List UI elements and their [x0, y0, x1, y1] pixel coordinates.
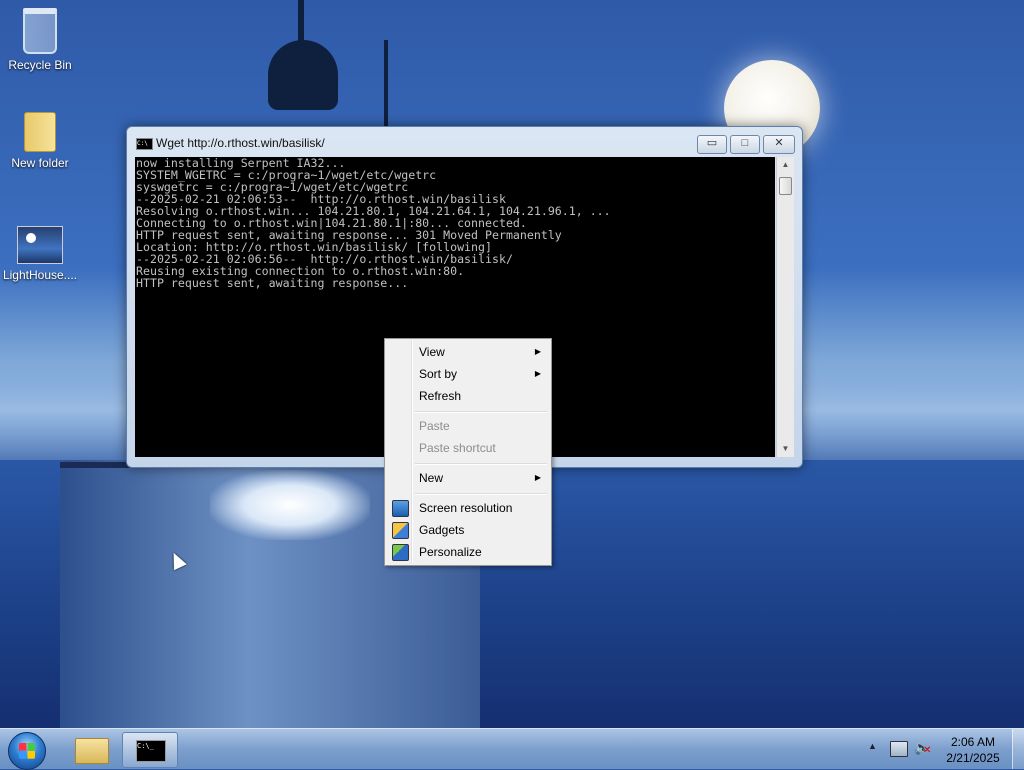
taskbar-cmd-button[interactable]: C:\_ — [122, 732, 178, 768]
scroll-down-icon[interactable]: ▼ — [777, 441, 794, 457]
minimize-button[interactable]: ▭ — [697, 135, 727, 154]
taskbar-explorer-button[interactable] — [64, 732, 118, 766]
desktop-icon-new-folder[interactable]: New folder — [0, 112, 80, 170]
menu-item-screen-resolution[interactable]: Screen resolution — [387, 497, 549, 519]
recycle-bin-icon — [23, 8, 57, 54]
menu-item-paste-shortcut: Paste shortcut — [419, 441, 496, 455]
vertical-scrollbar[interactable]: ▲ ▼ — [776, 157, 794, 457]
submenu-arrow-icon: ▶ — [534, 369, 541, 378]
submenu-arrow-icon: ▶ — [534, 473, 541, 482]
close-button[interactable]: ✕ — [763, 135, 795, 154]
window-titlebar[interactable]: C:\ Wget http://o.rthost.win/basilisk/ ▭… — [127, 127, 802, 157]
menu-item-refresh[interactable]: Refresh — [387, 385, 549, 407]
menu-item-new[interactable]: New ▶ — [387, 467, 549, 489]
wallpaper-lighthouse-antenna — [298, 0, 304, 44]
clock-time: 2:06 AM — [950, 735, 996, 749]
submenu-arrow-icon: ▶ — [534, 347, 541, 356]
clock[interactable]: 2:06 AM 2/21/2025 — [940, 734, 1006, 766]
menu-item-gadgets[interactable]: Gadgets — [387, 519, 549, 541]
menu-separator — [415, 463, 547, 465]
desktop-context-menu: View ▶ Sort by ▶ Refresh Paste Paste sho… — [384, 338, 552, 566]
wallpaper-lighthouse-rod — [384, 40, 388, 140]
scroll-up-icon[interactable]: ▲ — [777, 157, 794, 173]
show-hidden-icons-icon[interactable]: ▲ — [868, 741, 877, 751]
menu-separator — [415, 411, 547, 413]
folder-icon — [75, 738, 109, 764]
wallpaper-lighthouse-cap — [268, 40, 338, 110]
menu-separator — [415, 493, 547, 495]
network-icon[interactable] — [890, 741, 908, 757]
console-line: HTTP request sent, awaiting response... — [136, 276, 409, 290]
desktop-icon-label: LightHouse.... — [2, 268, 78, 282]
console-icon: C:\ — [136, 138, 153, 150]
show-desktop-button[interactable] — [1012, 729, 1024, 769]
desktop-icon-label: Recycle Bin — [8, 58, 72, 72]
menu-item-personalize[interactable]: Personalize — [387, 541, 549, 563]
personalize-icon — [392, 544, 409, 561]
desktop-icon-label: New folder — [11, 156, 69, 170]
monitor-icon — [392, 500, 409, 517]
scroll-thumb[interactable] — [779, 177, 792, 195]
console-icon: C:\_ — [136, 740, 166, 762]
taskbar: C:\_ ▲ 🔈 ✕ 2:06 AM 2/21/2025 — [0, 728, 1024, 770]
menu-item-sort-by[interactable]: Sort by ▶ — [387, 363, 549, 385]
maximize-button[interactable]: □ — [730, 135, 760, 154]
folder-icon — [24, 112, 56, 152]
image-file-icon — [17, 226, 63, 264]
wallpaper-lighthouse-light — [210, 470, 370, 540]
gadgets-icon — [392, 522, 409, 539]
clock-date: 2/21/2025 — [946, 751, 1000, 765]
desktop-icon-recycle-bin[interactable]: Recycle Bin — [0, 8, 80, 72]
menu-item-view[interactable]: View ▶ — [387, 341, 549, 363]
start-button[interactable] — [8, 732, 46, 770]
menu-item-paste: Paste — [419, 419, 450, 433]
window-title: Wget http://o.rthost.win/basilisk/ — [156, 136, 325, 150]
volume-muted-icon[interactable]: 🔈 ✕ — [914, 740, 931, 756]
desktop-icon-lighthouse[interactable]: LightHouse.... — [0, 226, 80, 282]
